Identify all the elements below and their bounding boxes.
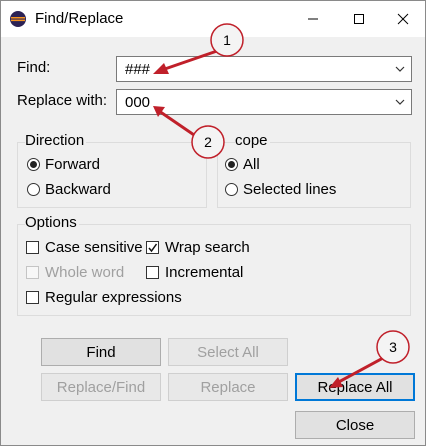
window-title: Find/Replace [35,10,124,27]
radio-dot [27,183,40,196]
minimize-icon [308,18,318,20]
regular-expressions-label: Regular expressions [45,289,182,306]
chevron-down-icon[interactable] [395,64,405,74]
radio-backward-label: Backward [45,181,111,198]
checkmark-icon [148,243,158,253]
radio-dot [225,158,238,171]
replace-label: Replace with: [17,92,108,109]
radio-backward[interactable]: Backward [27,181,111,198]
maximize-icon [354,14,364,24]
radio-selected-lines-label: Selected lines [243,181,337,198]
replace-value: 000 [125,94,151,111]
find-value: ### [125,61,151,78]
close-window-button[interactable] [381,1,425,37]
find-combo[interactable]: ### [116,56,412,82]
incremental-label: Incremental [165,264,244,281]
direction-group [17,142,207,208]
close-icon [397,13,409,25]
wrap-search-label: Wrap search [165,239,250,256]
options-title: Options [25,214,79,231]
annotation-badge-3 [376,330,410,364]
select-all-button: Select All [168,338,288,366]
checkbox-whole-word: Whole word [26,264,124,281]
annotation-number-3: 3 [389,339,397,355]
chevron-down-icon[interactable] [395,97,405,107]
checkbox-box [26,241,39,254]
find-label: Find: [17,59,51,76]
radio-dot [225,183,238,196]
radio-all-label: All [243,156,260,173]
case-sensitive-label: Case sensitive [45,239,143,256]
checkbox-box [146,266,159,279]
replace-all-button[interactable]: Replace All [295,373,415,401]
radio-dot [27,158,40,171]
radio-all[interactable]: All [225,156,260,173]
checkbox-box [146,241,159,254]
replace-button: Replace [168,373,288,401]
eclipse-icon [10,11,26,27]
scope-group [217,142,411,208]
radio-selected-lines[interactable]: Selected lines [225,181,336,198]
radio-forward[interactable]: Forward [27,156,100,173]
maximize-button[interactable] [337,1,381,37]
checkbox-case-sensitive[interactable]: Case sensitive [26,239,143,256]
checkbox-box [26,266,39,279]
checkbox-wrap-search[interactable]: Wrap search [146,239,250,256]
minimize-button[interactable] [291,1,335,37]
replace-find-button: Replace/Find [41,373,161,401]
checkbox-box [26,291,39,304]
checkbox-incremental[interactable]: Incremental [146,264,243,281]
whole-word-label: Whole word [45,264,125,281]
checkbox-regular-expressions[interactable]: Regular expressions [26,289,182,306]
direction-title: Direction [25,132,87,149]
close-button[interactable]: Close [295,411,415,439]
replace-combo[interactable]: 000 [116,89,412,115]
scope-title: cope [235,132,270,149]
find-button[interactable]: Find [41,338,161,366]
title-bar: Find/Replace [1,1,425,37]
find-replace-dialog: Find/Replace Find: ### Replace with: 000… [0,0,426,446]
radio-forward-label: Forward [45,156,101,173]
